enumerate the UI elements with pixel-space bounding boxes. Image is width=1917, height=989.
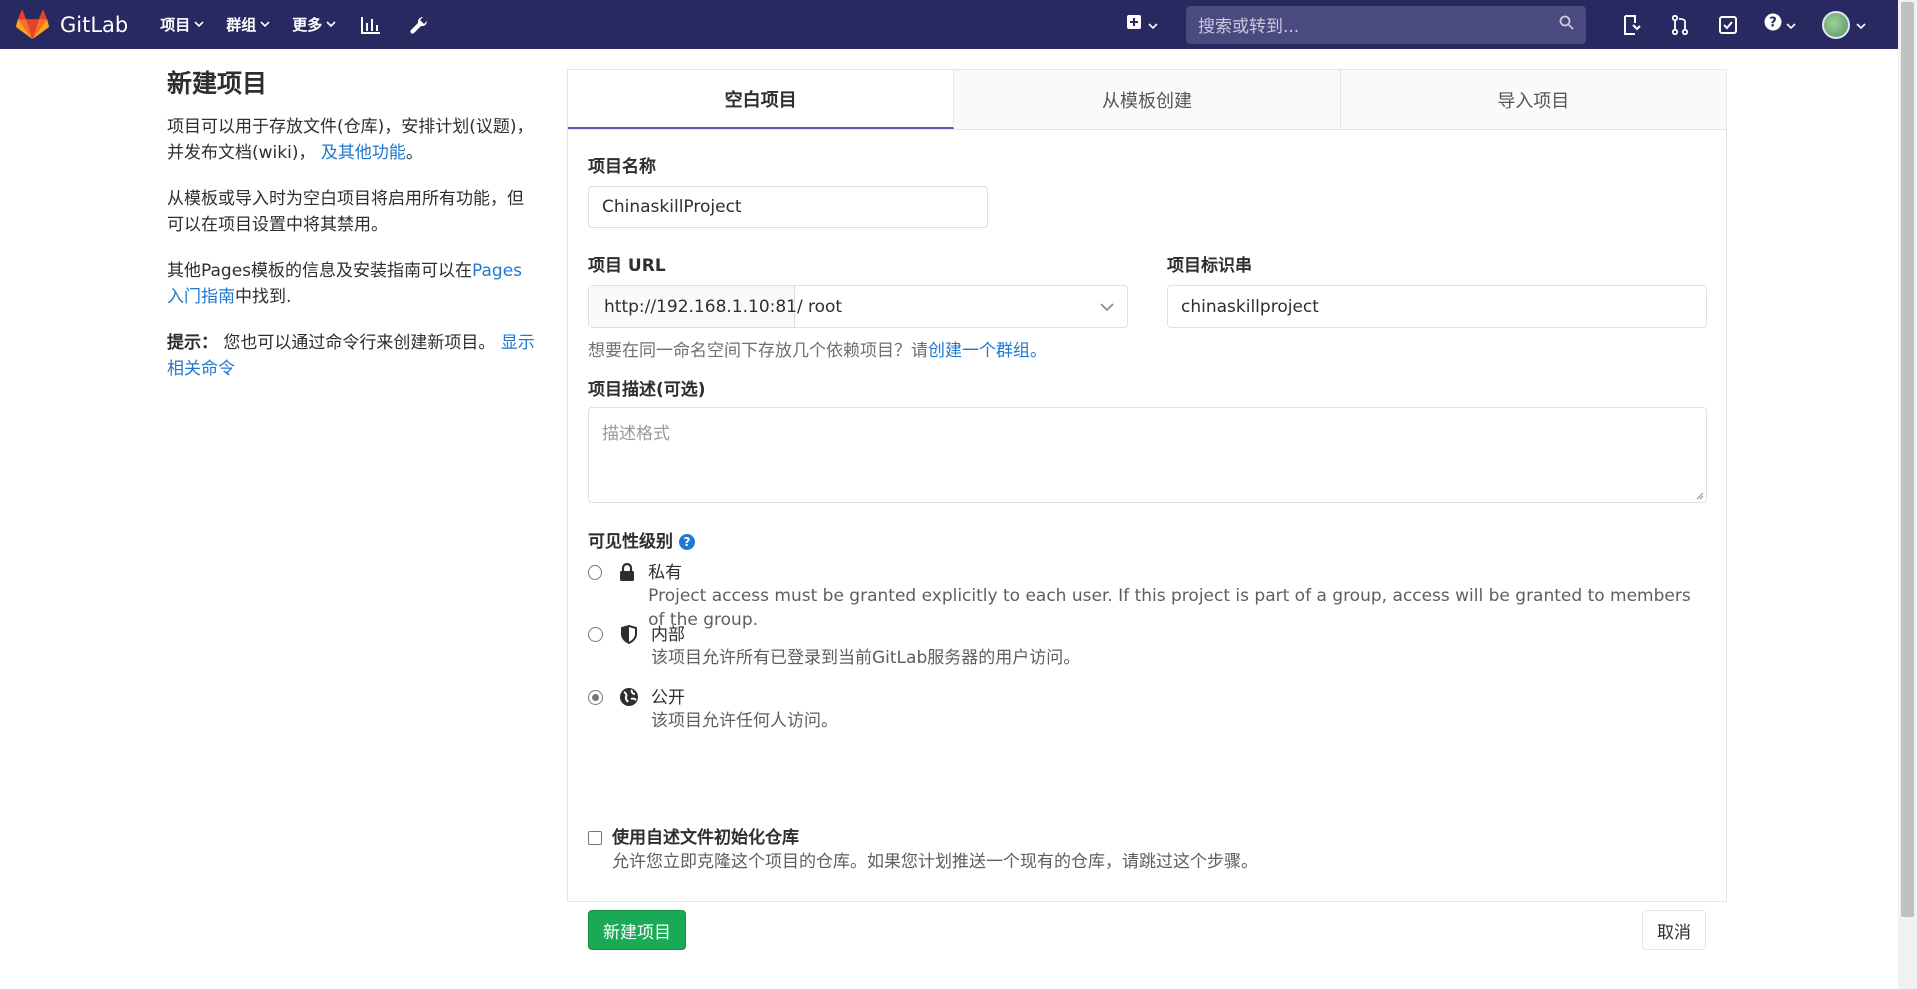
visibility-option-internal[interactable]: 内部 该项目允许所有已登录到当前GitLab服务器的用户访问。 [588, 624, 1080, 670]
create-group-link[interactable]: 创建一个群组。 [928, 341, 1047, 361]
namespace-select[interactable]: root [795, 286, 1127, 327]
top-navbar: GitLab 项目 群组 更多 搜索或转到... ? [0, 0, 1898, 49]
project-type-tabs: 空白项目 从模板创建 导入项目 [568, 70, 1726, 130]
pages-note-text: 其他Pages模板的信息及安装指南可以在 [167, 261, 473, 281]
new-item-dropdown[interactable] [1126, 14, 1158, 35]
new-project-intro: 新建项目 项目可以用于存放文件(仓库)，安排计划(议题)，并发布文档(wiki)… [167, 64, 537, 402]
description-textarea[interactable]: 描述格式 [588, 407, 1707, 503]
chevron-down-icon [1100, 297, 1114, 317]
readme-option[interactable]: 使用自述文件初始化仓库 允许您立即克隆这个项目的仓库。如果您计划推送一个现有的仓… [588, 827, 1258, 875]
pages-note: 其他Pages模板的信息及安装指南可以在Pages入门指南中找到. [167, 258, 537, 310]
project-url-label: 项目 URL [588, 256, 666, 276]
tab-import-project[interactable]: 导入项目 [1341, 70, 1726, 129]
intro-paragraph: 项目可以用于存放文件(仓库)，安排计划(议题)，并发布文档(wiki)， 及其他… [167, 114, 537, 166]
chevron-down-icon [1786, 15, 1796, 35]
avatar [1822, 10, 1850, 39]
template-note: 从模板或导入时为空白项目将启用所有功能，但可以在项目设置中将其禁用。 [167, 189, 524, 235]
visibility-option-public[interactable]: 公开 该项目允许任何人访问。 [588, 687, 838, 733]
nav-more-dropdown[interactable]: 更多 [292, 14, 336, 35]
internal-title: 内部 [651, 625, 685, 645]
cancel-button[interactable]: 取消 [1642, 910, 1706, 950]
new-project-panel: 空白项目 从模板创建 导入项目 项目名称 ChinaskillProject 项… [567, 69, 1727, 950]
readme-title: 使用自述文件初始化仓库 [612, 828, 799, 848]
public-desc: 该项目允许任何人访问。 [651, 711, 838, 731]
activity-chart-icon[interactable] [358, 12, 384, 38]
help-question-icon[interactable]: ? [679, 534, 695, 550]
intro-end: 。 [405, 143, 423, 163]
cli-tip: 提示： 您也可以通过命令行来创建新项目。 显示相关命令 [167, 330, 537, 382]
radio-private[interactable] [588, 565, 602, 580]
shield-icon [619, 624, 639, 644]
gitlab-tanuki-icon [16, 9, 49, 39]
radio-internal[interactable] [588, 627, 603, 642]
project-slug-input[interactable]: chinaskillproject [1167, 285, 1707, 328]
other-features-link[interactable]: 及其他功能 [321, 143, 406, 163]
project-slug-label: 项目标识串 [1167, 256, 1252, 276]
brand-name: GitLab [60, 12, 129, 37]
url-prefix: http://192.168.1.10:81/ [589, 286, 803, 327]
group-help-prefix: 想要在同一命名空间下存放几个依赖项目？请 [588, 341, 928, 361]
create-project-button[interactable]: 新建项目 [588, 910, 686, 950]
readme-checkbox[interactable] [588, 831, 602, 845]
resize-handle-icon[interactable] [1694, 490, 1704, 500]
project-url-group: http://192.168.1.10:81/ root [588, 285, 1128, 328]
admin-wrench-icon[interactable] [406, 12, 432, 38]
chevron-down-icon [194, 18, 204, 31]
search-placeholder: 搜索或转到... [1198, 17, 1300, 37]
pages-note-end: 中找到. [235, 287, 292, 307]
issues-icon[interactable] [1619, 12, 1645, 38]
tip-text: 您也可以通过命令行来创建新项目。 [218, 333, 496, 353]
chevron-down-icon [1148, 15, 1158, 35]
question-circle-icon: ? [1764, 13, 1782, 36]
nav-groups-dropdown[interactable]: 群组 [226, 14, 270, 35]
lock-icon [618, 562, 636, 582]
project-name-label: 项目名称 [588, 157, 656, 177]
svg-text:?: ? [1769, 16, 1777, 31]
readme-desc: 允许您立即克隆这个项目的仓库。如果您计划推送一个现有的仓库，请跳过这个步骤。 [612, 852, 1258, 872]
visibility-label: 可见性级别? [588, 527, 695, 552]
chevron-down-icon [260, 18, 270, 31]
radio-public[interactable] [588, 690, 603, 705]
todos-icon[interactable] [1715, 12, 1741, 38]
visibility-option-private[interactable]: 私有 Project access must be granted explic… [588, 562, 1706, 632]
chevron-down-icon [326, 18, 336, 31]
page-title: 新建项目 [167, 69, 268, 98]
namespace-value: root [808, 296, 843, 317]
visibility-label-text: 可见性级别 [588, 532, 673, 552]
search-icon [1559, 15, 1574, 35]
nav-groups-label: 群组 [226, 16, 257, 34]
gitlab-logo-link[interactable]: GitLab [16, 9, 129, 40]
public-title: 公开 [651, 688, 685, 708]
nav-projects-label: 项目 [160, 16, 191, 34]
nav-more-label: 更多 [292, 16, 323, 34]
tab-blank-project[interactable]: 空白项目 [568, 70, 955, 129]
nav-projects-dropdown[interactable]: 项目 [160, 14, 204, 35]
tab-from-template[interactable]: 从模板创建 [954, 70, 1341, 129]
merge-requests-icon[interactable] [1667, 12, 1693, 38]
help-dropdown[interactable]: ? [1763, 12, 1797, 38]
page-scrollbar[interactable] [1898, 0, 1917, 989]
scrollbar-thumb[interactable] [1901, 2, 1914, 917]
description-placeholder: 描述格式 [602, 424, 670, 444]
plus-square-icon [1126, 14, 1142, 35]
chevron-down-icon [1856, 15, 1866, 35]
group-help-text: 想要在同一命名空间下存放几个依赖项目？请创建一个群组。 [588, 336, 1047, 361]
private-title: 私有 [648, 563, 683, 583]
project-name-input[interactable]: ChinaskillProject [588, 186, 988, 228]
user-menu-dropdown[interactable] [1822, 10, 1866, 39]
search-input[interactable]: 搜索或转到... [1186, 5, 1586, 44]
tip-label: 提示： [167, 333, 218, 353]
globe-icon [619, 687, 639, 707]
description-label: 项目描述(可选) [588, 380, 706, 400]
internal-desc: 该项目允许所有已登录到当前GitLab服务器的用户访问。 [651, 648, 1081, 668]
